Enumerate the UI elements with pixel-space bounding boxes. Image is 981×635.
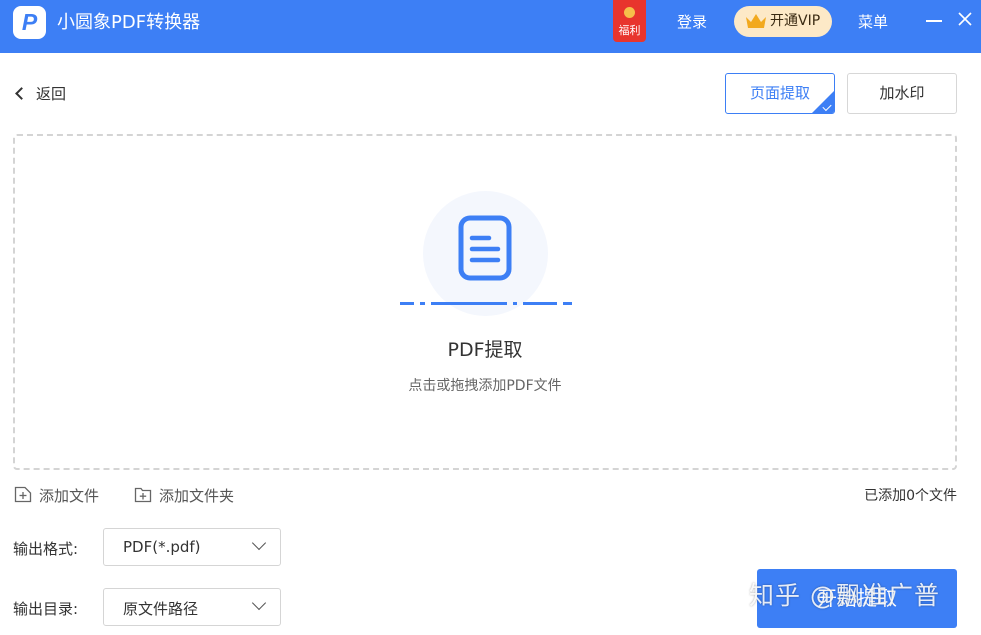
vip-button[interactable]: 开通VIP	[734, 6, 832, 37]
chevron-down-icon	[251, 535, 267, 551]
crown-icon	[746, 14, 766, 28]
minimize-icon[interactable]	[925, 10, 943, 28]
page-extract-label: 页面提取	[749, 84, 810, 102]
drop-zone-subtitle: 点击或拖拽添加PDF文件	[408, 378, 562, 394]
add-file-icon	[14, 486, 32, 503]
gift-icon[interactable]: 福利	[613, 0, 646, 42]
app-logo-icon: P	[13, 6, 46, 39]
added-file-count: 已添加0个文件	[864, 488, 957, 504]
document-icon	[458, 215, 512, 281]
close-icon[interactable]	[956, 10, 974, 28]
add-watermark-label: 加水印	[879, 84, 925, 102]
login-button[interactable]: 登录	[677, 12, 707, 32]
gift-label: 福利	[618, 24, 641, 37]
output-dir-select[interactable]: 原文件路径	[103, 588, 281, 626]
back-chevron-icon	[15, 87, 28, 100]
coin-icon	[624, 7, 635, 18]
output-format-select[interactable]: PDF(*.pdf)	[103, 528, 281, 566]
app-title: 小圆象PDF转换器	[57, 12, 201, 33]
add-folder-label: 添加文件夹	[159, 487, 235, 505]
add-file-label: 添加文件	[39, 487, 100, 505]
output-dir-value: 原文件路径	[123, 600, 199, 618]
selected-corner	[812, 91, 834, 113]
output-format-value: PDF(*.pdf)	[123, 538, 201, 556]
title-bar: P 小圆象PDF转换器 福利 登录 开通VIP 菜单	[0, 0, 981, 53]
add-watermark-button[interactable]: 加水印	[847, 73, 957, 114]
file-drop-zone[interactable]: PDF提取 点击或拖拽添加PDF文件	[13, 134, 957, 470]
zhihu-watermark: 知乎 @飘准广普	[749, 581, 940, 610]
chevron-down-icon	[251, 595, 267, 611]
add-folder-icon	[134, 487, 152, 503]
output-dir-label: 输出目录:	[13, 600, 79, 618]
drop-zone-title: PDF提取	[447, 339, 523, 361]
vip-label: 开通VIP	[770, 13, 821, 29]
output-format-label: 输出格式:	[13, 540, 79, 558]
logo-letter: P	[21, 9, 38, 35]
page-extract-button[interactable]: 页面提取	[725, 73, 835, 114]
back-label: 返回	[36, 85, 67, 103]
scan-line-icon	[400, 302, 572, 305]
menu-button[interactable]: 菜单	[858, 12, 888, 32]
